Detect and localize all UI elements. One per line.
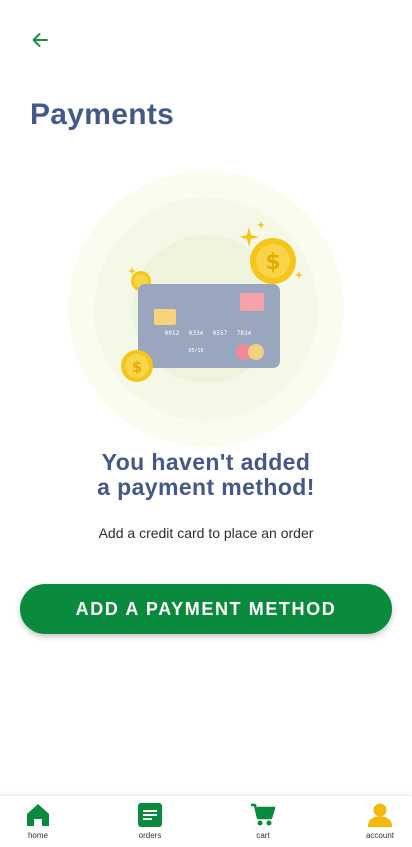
payments-screen: Payments $ 0012 0334 0557 7834 05/18 $ Y… [0,0,412,847]
page-title: Payments [30,98,175,131]
card-number-group-4: 7834 [237,330,252,337]
bottom-nav: home orders cart account [0,795,412,847]
account-icon [367,802,393,828]
empty-state-heading-line2: a payment method! [97,474,315,500]
svg-text:$: $ [132,358,142,376]
orders-icon [137,802,163,828]
nav-item-cart[interactable]: cart [233,802,293,846]
credit-card-illustration: $ 0012 0334 0557 7834 05/18 $ [68,171,344,447]
nav-item-orders[interactable]: orders [120,802,180,846]
credit-card-icon: 0012 0334 0557 7834 05/18 [138,284,280,368]
arrow-left-icon [32,33,48,47]
empty-state-heading-line1: You haven't added [101,449,311,475]
dollar-coin-icon: $ [250,238,296,284]
card-number-group-2: 0334 [189,330,204,337]
nav-item-home-label: home [27,831,48,840]
card-expiry: 05/18 [188,348,203,354]
card-number-group-1: 0012 [165,330,180,337]
dollar-coin-small-icon: $ [121,350,153,382]
svg-text:$: $ [265,250,280,275]
nav-item-home[interactable]: home [8,802,68,846]
empty-state-subtext: Add a credit card to place an order [98,525,314,541]
nav-item-cart-label: cart [256,831,270,840]
card-number-group-3: 0557 [213,330,228,337]
nav-item-account[interactable]: account [350,802,410,846]
nav-item-account-label: account [365,831,395,840]
cart-icon [250,802,276,828]
back-button[interactable] [26,26,54,54]
add-payment-method-button[interactable]: ADD A PAYMENT METHOD [20,584,392,634]
empty-state-heading: You haven't added a payment method! [0,450,412,500]
home-icon [25,802,51,828]
nav-item-orders-label: orders [138,831,162,840]
